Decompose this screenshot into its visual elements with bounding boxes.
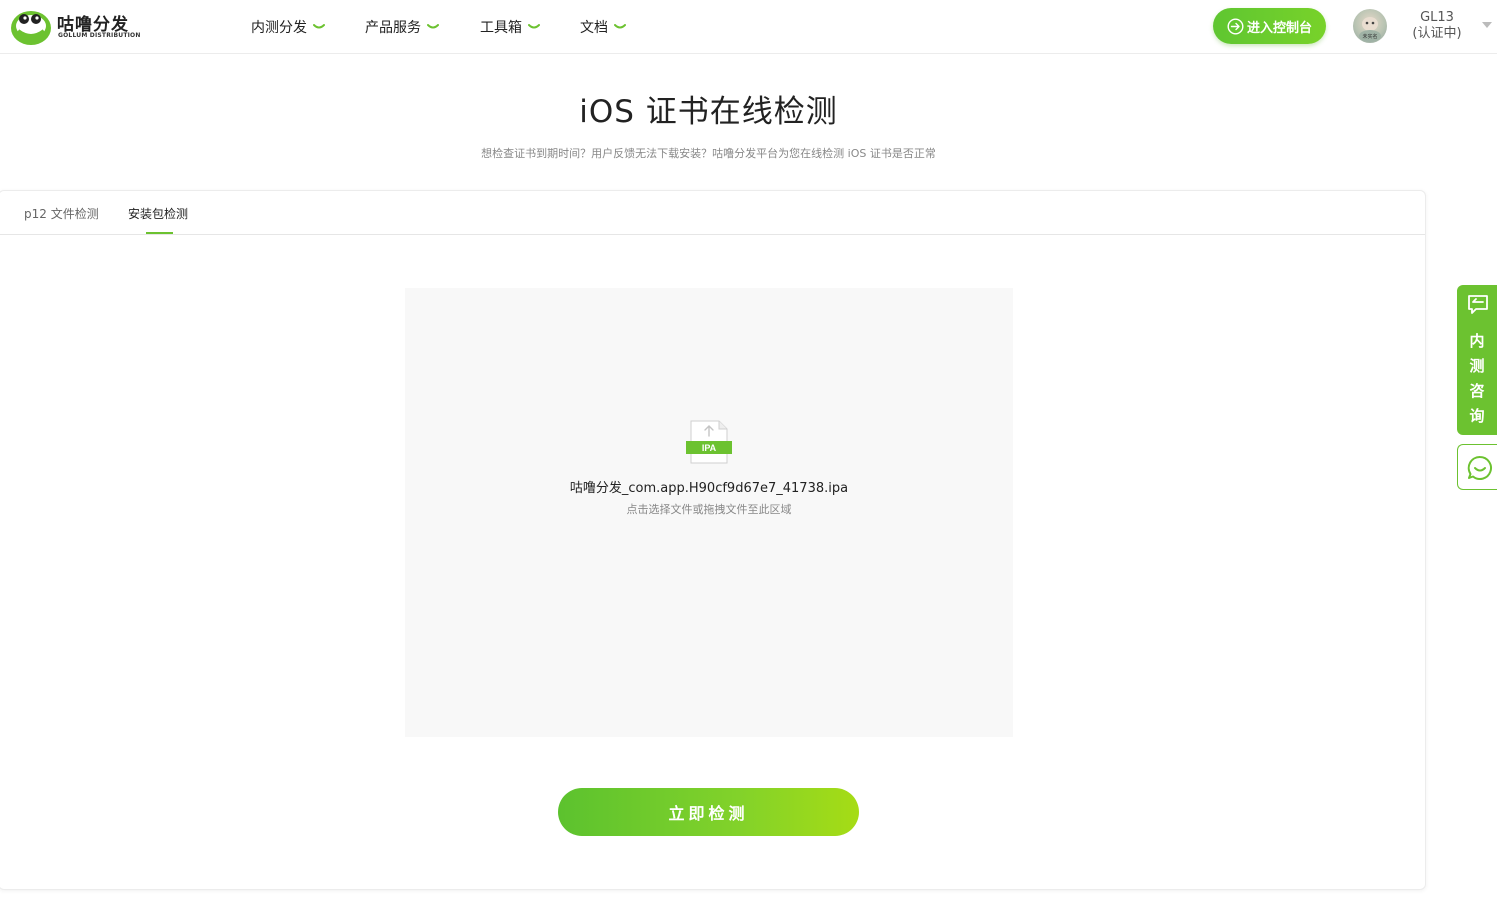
brand-subtitle: GOLLUM DISTRIBUTION [58,32,141,39]
nav-item-products[interactable]: 产品服务 [365,0,439,54]
top-header: 咕噜分发 GOLLUM DISTRIBUTION 内测分发 产品服务 工具箱 文… [0,0,1497,54]
enter-arrow-icon [1227,17,1244,35]
brand-logo[interactable]: 咕噜分发 GOLLUM DISTRIBUTION [10,5,140,47]
tab-bar: p12 文件检测 安装包检测 [0,191,1425,235]
chevron-down-icon [313,24,325,29]
avatar-caption: 未实名 [1362,34,1378,40]
upload-dropzone[interactable]: IPA 咕噜分发_com.app.H90cf9d67e7_41738.ipa 点… [405,288,1013,737]
upload-hint: 点击选择文件或拖拽文件至此区域 [626,503,792,516]
detection-card: p12 文件检测 安装包检测 IPA 咕噜分发_com.app.H90cf9d6… [0,190,1426,890]
user-status: (认证中) [1412,26,1462,41]
chevron-down-icon [614,24,626,29]
beta-consult-float[interactable]: 内 测 咨 询 [1457,285,1497,435]
active-tab-indicator [146,232,173,234]
page-title: iOS 证书在线检测 [579,94,838,130]
file-type-label: IPA [702,443,717,453]
page-subtitle: 想检查证书到期时间？用户反馈无法下载安装？咕噜分发平台为您在线检测 iOS 证书… [481,147,936,160]
nav-label: 内测分发 [251,20,307,36]
tab-package-check[interactable]: 安装包检测 [128,205,188,222]
message-icon [1468,295,1488,314]
user-menu[interactable]: GL13 (认证中) [1404,10,1470,42]
chevron-down-icon [427,24,439,29]
check-now-button[interactable]: 立即检测 [558,788,859,836]
tab-p12-check[interactable]: p12 文件检测 [24,205,99,222]
nav-item-toolbox[interactable]: 工具箱 [480,0,540,54]
nav-label: 文档 [580,20,608,36]
enter-console-button[interactable]: 进入控制台 [1213,8,1326,44]
console-button-label: 进入控制台 [1246,20,1312,36]
nav-item-beta-distribution[interactable]: 内测分发 [251,0,325,54]
ipa-file-icon: IPA [686,420,732,464]
selected-file-name: 咕噜分发_com.app.H90cf9d67e7_41738.ipa [569,481,849,496]
chat-bubble-icon [1467,455,1492,480]
consult-char: 内 [1469,332,1485,350]
consult-label: 内 测 咨 询 [1457,329,1497,429]
nav-label: 工具箱 [480,20,522,36]
user-name: GL13 [1420,10,1454,25]
avatar[interactable]: 未实名 [1353,9,1387,43]
consult-char: 询 [1469,407,1485,425]
caret-down-icon[interactable] [1482,22,1492,28]
chat-float-button[interactable] [1457,444,1497,490]
chevron-down-icon [528,24,540,29]
consult-char: 咨 [1469,382,1485,400]
nav-label: 产品服务 [365,20,421,36]
logo-mark-icon [11,11,51,45]
consult-char: 测 [1469,357,1485,375]
nav-item-docs[interactable]: 文档 [580,0,626,54]
